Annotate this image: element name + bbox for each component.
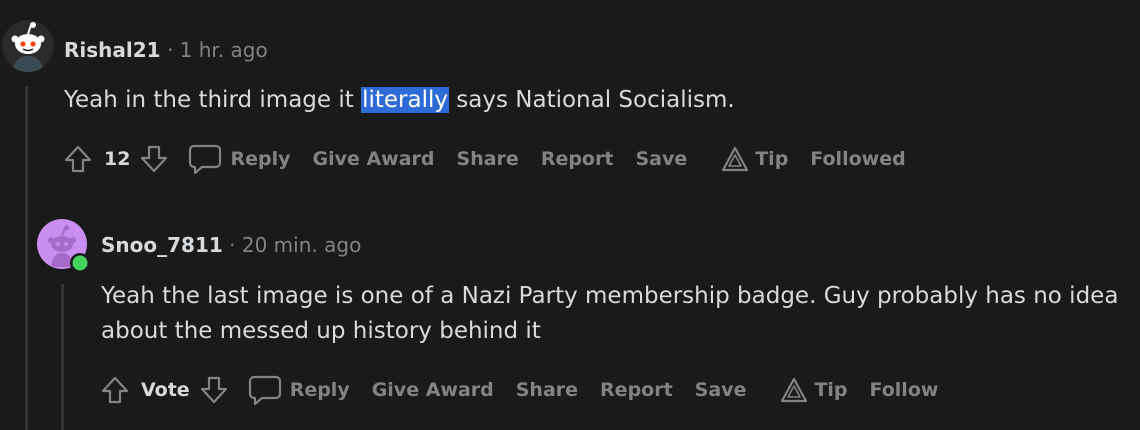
give-award-button[interactable]: Give Award <box>312 148 434 170</box>
reply-button[interactable]: Reply <box>248 374 350 406</box>
upvote-button[interactable] <box>97 372 133 408</box>
comment-bubble-icon <box>188 143 222 175</box>
thread-line[interactable] <box>61 284 64 430</box>
report-button[interactable]: Report <box>600 379 673 401</box>
reply-label: Reply <box>230 148 291 170</box>
share-button[interactable]: Share <box>516 379 578 401</box>
snoo-avatar-icon <box>2 20 54 72</box>
comment-text: Yeah in the third image it <box>64 87 362 113</box>
comment-bubble-icon <box>248 374 282 406</box>
tip-triangle-icon <box>780 377 808 403</box>
selected-text: literally <box>361 87 449 113</box>
reply-button[interactable]: Reply <box>188 143 290 175</box>
comment-actions: Vote Reply Give Award Share Report Save … <box>97 371 960 409</box>
comment-header: Snoo_7811 · 20 min. ago <box>101 231 361 259</box>
share-button[interactable]: Share <box>457 148 519 170</box>
downvote-icon <box>141 145 168 173</box>
follow-button[interactable]: Followed <box>810 148 905 170</box>
timestamp[interactable]: 1 hr. ago <box>180 38 268 62</box>
tip-button[interactable]: Tip <box>721 146 788 172</box>
tip-triangle-icon <box>721 146 749 172</box>
downvote-button[interactable] <box>196 372 232 408</box>
vote-score: Vote <box>141 379 190 401</box>
tip-label: Tip <box>755 148 789 170</box>
comment-body: Yeah the last image is one of a Nazi Par… <box>101 283 1119 344</box>
follow-button[interactable]: Follow <box>870 379 939 401</box>
author-name[interactable]: Rishal21 <box>64 38 161 62</box>
separator-dot: · <box>229 233 236 257</box>
tip-button[interactable]: Tip <box>780 377 848 403</box>
reply-label: Reply <box>289 379 350 401</box>
avatar[interactable] <box>37 219 90 273</box>
downvote-button[interactable] <box>136 141 172 177</box>
avatar[interactable] <box>2 20 54 72</box>
tip-label: Tip <box>814 379 848 401</box>
save-button[interactable]: Save <box>695 379 747 401</box>
vote-score: 12 <box>104 148 131 170</box>
author-name[interactable]: Snoo_7811 <box>101 233 223 257</box>
timestamp[interactable]: 20 min. ago <box>242 233 361 257</box>
give-award-button[interactable]: Give Award <box>372 379 494 401</box>
upvote-icon <box>64 145 92 173</box>
upvote-button[interactable] <box>60 141 96 177</box>
thread-line[interactable] <box>25 86 28 430</box>
separator-dot: · <box>166 38 174 62</box>
comment-body: Yeah in the third image it literally say… <box>64 83 735 117</box>
comment-header: Rishal21 · 1 hr. ago <box>64 36 268 64</box>
downvote-icon <box>200 376 227 404</box>
save-button[interactable]: Save <box>635 148 687 170</box>
comment-text-end: says National Socialism. <box>448 87 735 113</box>
report-button[interactable]: Report <box>541 148 614 170</box>
comment-actions: 12 Reply Give Award Share Report Save Ti… <box>60 140 928 178</box>
upvote-icon <box>101 376 129 404</box>
online-status-icon <box>70 253 90 273</box>
